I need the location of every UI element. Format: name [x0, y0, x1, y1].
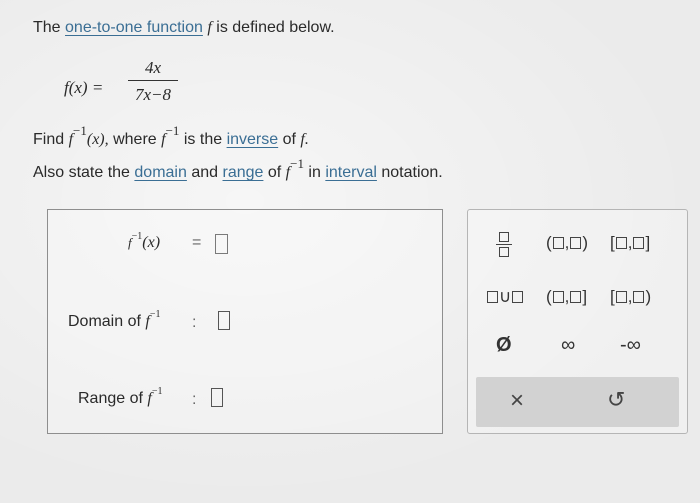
interval-box-icon [570, 291, 582, 303]
function-lhs: f(x) = [64, 78, 104, 97]
in-text: in [308, 164, 321, 181]
inverse-label: f−1(x) [128, 231, 161, 252]
fraction-numerator: 4x [144, 58, 162, 77]
interval-comma: , [627, 287, 633, 306]
interval-comma: , [564, 233, 570, 252]
function-fraction: 4x 7x−8 [126, 58, 180, 105]
palette-action-bar: × ↺ [476, 377, 679, 427]
find-line: Find f−1(x), where f−1 is the inverse of… [33, 124, 309, 148]
closed-bracket-right: ] [582, 287, 588, 306]
fraction-denominator: 7x−8 [134, 85, 172, 104]
find-inverse-exp: −1 [73, 123, 87, 138]
find-where-exp: −1 [165, 123, 180, 138]
range-label-exp: −1 [151, 386, 163, 397]
union-box-icon [487, 291, 498, 303]
and-text: and [191, 164, 219, 181]
closed-open-interval-button[interactable]: [,) [610, 287, 651, 307]
interval-comma: , [564, 287, 570, 306]
range-answer-input[interactable] [211, 388, 223, 407]
range-link[interactable]: range [223, 164, 264, 181]
find-where-f: f [161, 131, 166, 148]
open-paren-left: ( [546, 287, 552, 306]
open-open-interval-button[interactable]: (,) [546, 233, 588, 253]
union-symbol: ∪ [499, 287, 512, 306]
domain-link[interactable]: domain [134, 164, 186, 181]
union-button[interactable]: ∪ [486, 287, 524, 307]
equals-sign: = [192, 234, 202, 251]
union-box-icon [512, 291, 524, 303]
interval-box-icon [615, 237, 627, 249]
also-line: Also state the domain and range of f−1 i… [33, 157, 443, 181]
infinity-button[interactable]: ∞ [561, 334, 575, 357]
fraction-bottom-box-icon [499, 247, 509, 257]
domain-label: Domain of f−1 [68, 309, 160, 331]
fraction-top-box-icon [499, 232, 509, 242]
interval-box-icon [570, 237, 582, 249]
math-palette: (,) [,] ∪ (,] [,) Ø ∞ -∞ × ↺ [467, 209, 688, 434]
one-to-one-function-link[interactable]: one-to-one function [65, 19, 203, 36]
domain-answer-input[interactable] [218, 311, 230, 330]
open-paren-left: ( [546, 233, 552, 252]
fraction-bar [128, 80, 178, 81]
closed-bracket-left: [ [610, 233, 615, 252]
find-is-the: is the [183, 131, 223, 148]
also-prefix: Also state the [33, 164, 130, 181]
fraction-line-icon [496, 244, 512, 245]
undo-button[interactable]: ↺ [607, 387, 625, 413]
inverse-label-exp: −1 [131, 231, 143, 242]
negative-infinity-button[interactable]: -∞ [620, 334, 641, 357]
interval-box-icon [633, 237, 645, 249]
open-paren-right: ) [582, 233, 589, 252]
open-paren-right: ) [645, 287, 652, 306]
find-arg: (x), [86, 131, 109, 148]
fraction-button[interactable] [496, 230, 512, 259]
closed-closed-interval-button[interactable]: [,] [610, 233, 650, 253]
find-of: of [282, 131, 296, 148]
also-exp: −1 [290, 156, 304, 171]
closed-bracket-left: [ [610, 287, 615, 306]
inverse-link[interactable]: inverse [227, 131, 279, 148]
interval-box-icon [552, 237, 564, 249]
intro-line: The one-to-one function f is defined bel… [33, 20, 335, 36]
intro-prefix: The [33, 19, 61, 36]
domain-label-exp: −1 [149, 309, 161, 320]
interval-box-icon [615, 291, 627, 303]
intro-f-var: f [207, 19, 212, 36]
closed-bracket-right: ] [645, 233, 651, 252]
range-label: Range of f−1 [78, 386, 162, 408]
interval-box-icon [633, 291, 645, 303]
interval-comma: , [627, 233, 633, 252]
find-where: where [113, 131, 157, 148]
empty-set-button[interactable]: Ø [496, 334, 512, 357]
inverse-answer-input[interactable] [215, 234, 228, 254]
interval-box-icon [552, 291, 564, 303]
open-closed-interval-button[interactable]: (,] [546, 287, 587, 307]
notation-text: notation. [381, 164, 443, 181]
of-text: of [267, 164, 282, 181]
inverse-label-arg: (x) [142, 234, 161, 251]
intro-suffix: is defined below. [216, 19, 335, 36]
interval-link[interactable]: interval [325, 164, 377, 181]
find-prefix: Find [33, 131, 65, 148]
domain-label-text: Domain of [68, 313, 141, 330]
find-f-end: f. [300, 131, 309, 148]
range-label-text: Range of [78, 390, 143, 407]
answer-box: f−1(x) = Domain of f−1 : Range of f−1 : [47, 209, 443, 434]
clear-button[interactable]: × [510, 387, 524, 415]
domain-colon: : [192, 314, 197, 331]
range-colon: : [192, 391, 197, 408]
